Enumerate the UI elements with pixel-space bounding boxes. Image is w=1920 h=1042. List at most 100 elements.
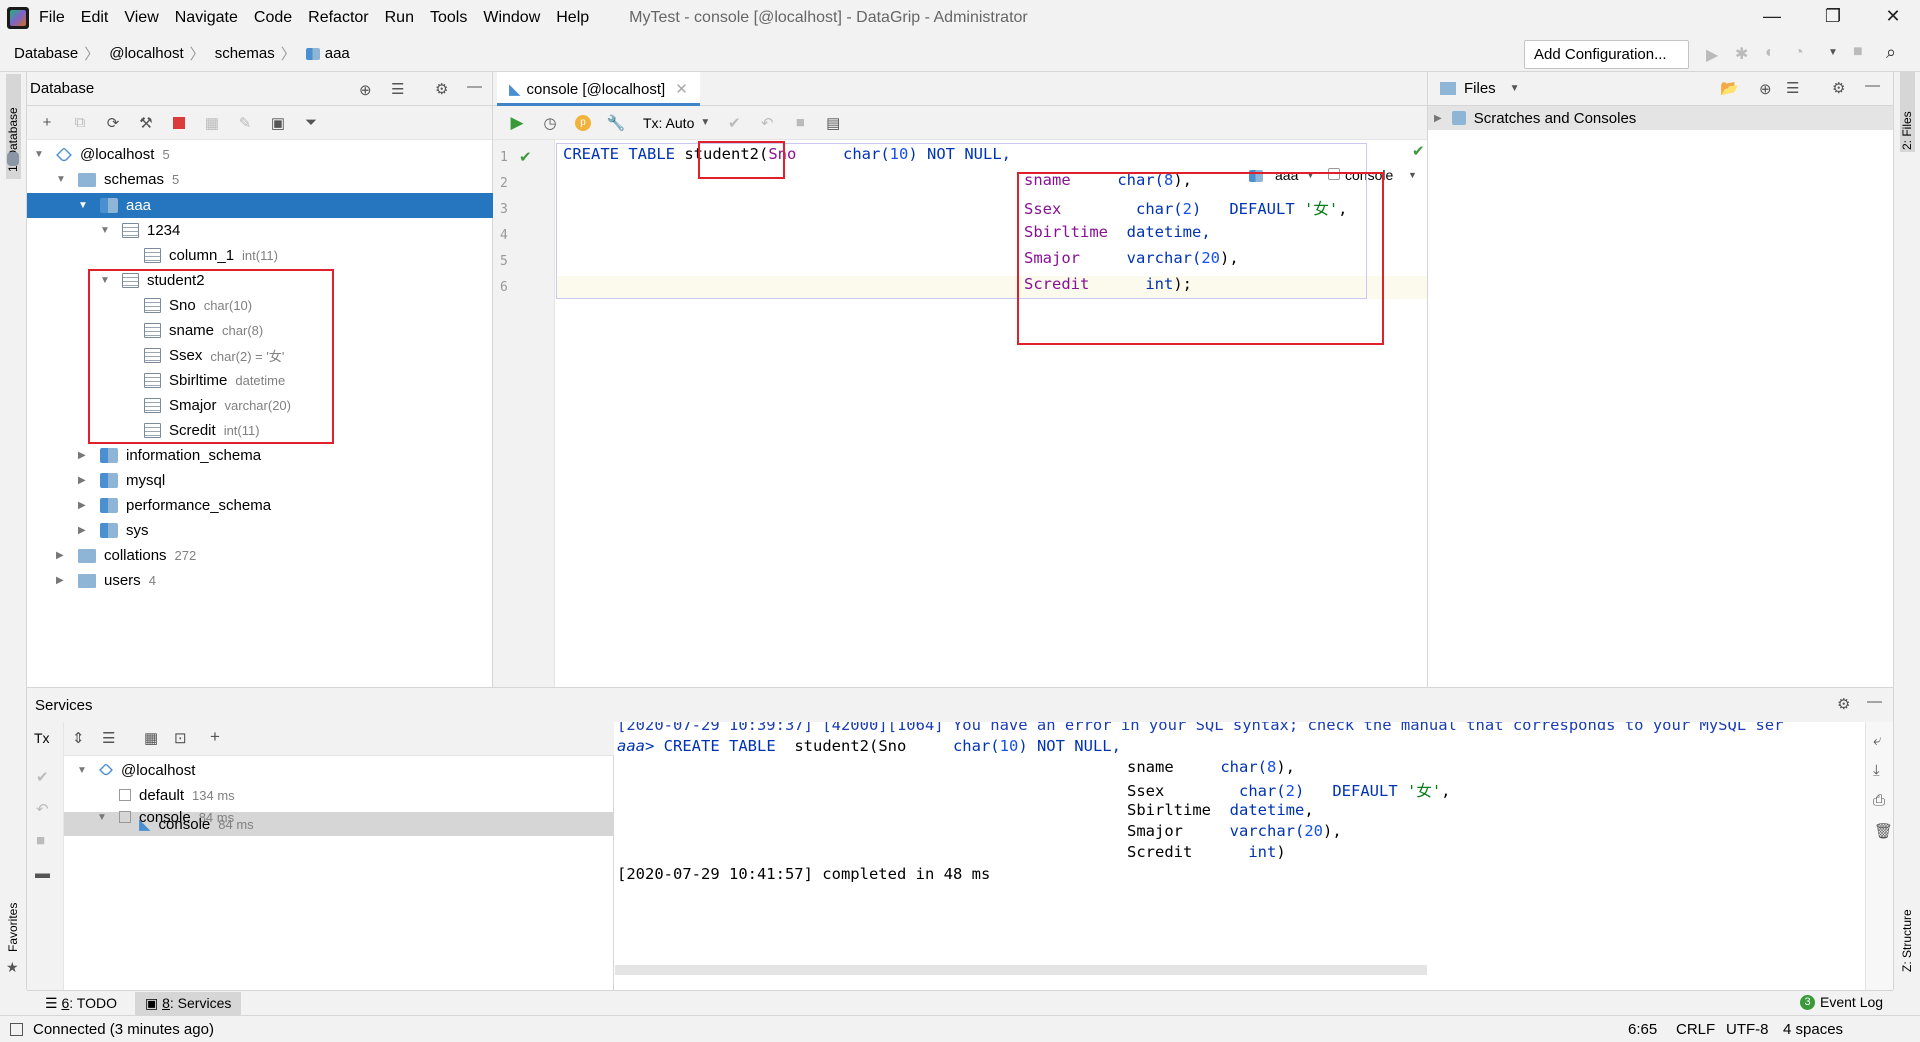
tree-node-users[interactable]: ▶ users 4 — [56, 568, 156, 593]
breadcrumb-localhost[interactable]: @localhost — [109, 45, 183, 62]
group-icon[interactable]: ▦ — [144, 729, 158, 747]
scroll-to-end-icon[interactable]: ⤓ — [1873, 762, 1880, 779]
hide-icon[interactable]: — — [1867, 693, 1882, 710]
status-square-icon[interactable] — [10, 1022, 23, 1036]
run-icon[interactable]: ▶ — [1706, 45, 1718, 65]
menu-file[interactable]: File — [39, 9, 65, 27]
console-icon[interactable]: ▣ — [268, 113, 288, 133]
menu-help[interactable]: Help — [556, 9, 589, 27]
history-icon[interactable]: ◷ — [540, 113, 560, 133]
hide-icon[interactable]: — — [467, 78, 482, 95]
chevron-down-icon[interactable]: ▼ — [1408, 170, 1417, 180]
add-service-icon[interactable]: + — [210, 727, 220, 747]
menu-view[interactable]: View — [124, 9, 158, 27]
caret-position[interactable]: 6:65 — [1628, 1021, 1657, 1038]
tree-node-table-1234[interactable]: ▼ 1234 — [100, 218, 180, 243]
stop-icon[interactable]: ■ — [1853, 43, 1863, 61]
parameters-icon[interactable]: p — [573, 113, 593, 133]
breadcrumb-schemas[interactable]: schemas — [215, 45, 275, 62]
execute-icon[interactable]: ▶ — [507, 113, 527, 133]
event-log-button[interactable]: 3 Event Log — [1800, 994, 1883, 1010]
soft-wrap-icon[interactable]: ⤶ — [1873, 732, 1881, 749]
locate-icon[interactable]: ⊕ — [359, 81, 372, 99]
commit-icon[interactable]: ✔ — [36, 768, 49, 786]
line-separator[interactable]: CRLF — [1676, 1021, 1715, 1038]
tree-node-collations[interactable]: ▶ collations 272 — [56, 543, 196, 568]
gear-icon[interactable]: ⚙ — [435, 80, 448, 98]
close-icon[interactable]: ✕ — [1881, 6, 1905, 30]
minimize-icon[interactable]: — — [1760, 6, 1784, 30]
tree-node-schemas[interactable]: ▼ schemas 5 — [56, 167, 179, 192]
menu-window[interactable]: Window — [483, 9, 540, 27]
filter-icon[interactable]: ⏷ — [301, 113, 321, 133]
expand-all-icon[interactable]: ⇕ — [72, 729, 85, 747]
stop-icon[interactable]: ■ — [36, 832, 45, 849]
files-panel-title[interactable]: Files — [1464, 80, 1496, 97]
print-icon[interactable]: ⎙ — [1873, 792, 1885, 809]
stop-icon[interactable] — [169, 113, 189, 133]
chevron-down-icon[interactable]: ▼ — [1828, 47, 1838, 58]
chevron-down-icon[interactable]: ▼ — [1510, 83, 1520, 94]
tx-mode-select[interactable]: Tx: Auto — [643, 115, 694, 131]
search-icon[interactable]: ⌕ — [1886, 42, 1896, 63]
favorites-tab-label[interactable]: Favorites — [6, 903, 20, 952]
gear-icon[interactable]: ⚙ — [1837, 695, 1850, 713]
profile-icon[interactable]: ◔ — [1794, 44, 1804, 62]
tab-services[interactable]: ▣ 8: Services — [134, 991, 242, 1015]
tx-icon[interactable]: Tx — [34, 730, 50, 746]
tree-node-aaa[interactable]: ▼ aaa — [78, 193, 151, 218]
indent-setting[interactable]: 4 spaces — [1783, 1021, 1843, 1038]
collapse-icon[interactable]: ☰ — [391, 80, 404, 98]
service-node-default[interactable]: default 134 ms — [111, 783, 235, 807]
breadcrumb-aaa[interactable]: aaa — [325, 45, 350, 62]
restore-icon[interactable]: ❐ — [1821, 6, 1845, 30]
tree-node-localhost[interactable]: ▼ @localhost 5 — [34, 142, 170, 167]
edit-icon[interactable]: ✎ — [235, 113, 255, 133]
rollback-icon[interactable]: ↶ — [36, 800, 49, 818]
layout-icon[interactable]: ▬ — [35, 865, 50, 882]
menu-run[interactable]: Run — [385, 9, 414, 27]
tree-node-column[interactable]: column_1 int(11) — [144, 243, 278, 268]
open-folder-icon[interactable]: 📂 — [1720, 79, 1739, 97]
service-node-localhost[interactable]: ▼ @localhost — [77, 758, 195, 782]
menu-edit[interactable]: Edit — [81, 9, 109, 27]
menu-refactor[interactable]: Refactor — [308, 9, 368, 27]
file-encoding[interactable]: UTF-8 — [1726, 1021, 1769, 1038]
chevron-down-icon[interactable]: ▼ — [700, 117, 710, 128]
add-icon[interactable]: + — [37, 113, 57, 133]
tab-console[interactable]: ◣ console [@localhost] ✕ — [497, 72, 700, 106]
cancel-icon[interactable]: ■ — [790, 113, 810, 133]
clear-icon[interactable]: 🗑 — [1874, 822, 1893, 840]
services-output[interactable]: [2020-07-29 10:39:37] [42000][1064] You … — [615, 722, 1865, 991]
close-tab-icon[interactable]: ✕ — [675, 81, 688, 98]
breadcrumb-database[interactable]: Database — [14, 45, 78, 62]
service-node-console-child[interactable]: ◣ console 84 ms — [135, 812, 254, 836]
tree-node-schema[interactable]: ▶ performance_schema — [78, 493, 271, 518]
commit-icon[interactable]: ✔ — [724, 113, 744, 133]
locate-icon[interactable]: ⊕ — [1759, 80, 1772, 98]
table-icon[interactable]: ▦ — [202, 113, 222, 133]
output-icon[interactable]: ▤ — [823, 113, 843, 133]
filter-icon[interactable]: ⊡ — [174, 729, 187, 747]
add-configuration-button[interactable]: Add Configuration... — [1524, 40, 1689, 69]
hide-icon[interactable]: — — [1865, 77, 1880, 94]
horizontal-scrollbar[interactable] — [615, 965, 1427, 975]
collapse-icon[interactable]: ☰ — [1786, 79, 1799, 97]
properties-icon[interactable]: ⚒ — [136, 113, 156, 133]
rollback-icon[interactable]: ↶ — [757, 113, 777, 133]
menu-tools[interactable]: Tools — [430, 9, 467, 27]
files-tab-label[interactable]: 2: Files — [1900, 111, 1914, 150]
gear-icon[interactable]: ⚙ — [1832, 79, 1845, 97]
copy-icon[interactable]: ⧉ — [70, 113, 90, 133]
tree-node-schema[interactable]: ▶ sys — [78, 518, 149, 543]
settings-wrench-icon[interactable]: 🔧 — [606, 113, 626, 133]
refresh-icon[interactable]: ⟳ — [103, 113, 123, 133]
coverage-icon[interactable]: ◐ — [1765, 44, 1775, 62]
files-tree-item[interactable]: ▶ Scratches and Consoles — [1428, 106, 1893, 130]
collapse-all-icon[interactable]: ☰ — [102, 729, 115, 747]
tree-node-schema[interactable]: ▶ information_schema — [78, 443, 261, 468]
debug-icon[interactable]: ✱ — [1735, 44, 1748, 64]
menu-navigate[interactable]: Navigate — [175, 9, 238, 27]
tab-todo[interactable]: ☰ 6: TODO — [35, 992, 127, 1015]
menu-code[interactable]: Code — [254, 9, 292, 27]
